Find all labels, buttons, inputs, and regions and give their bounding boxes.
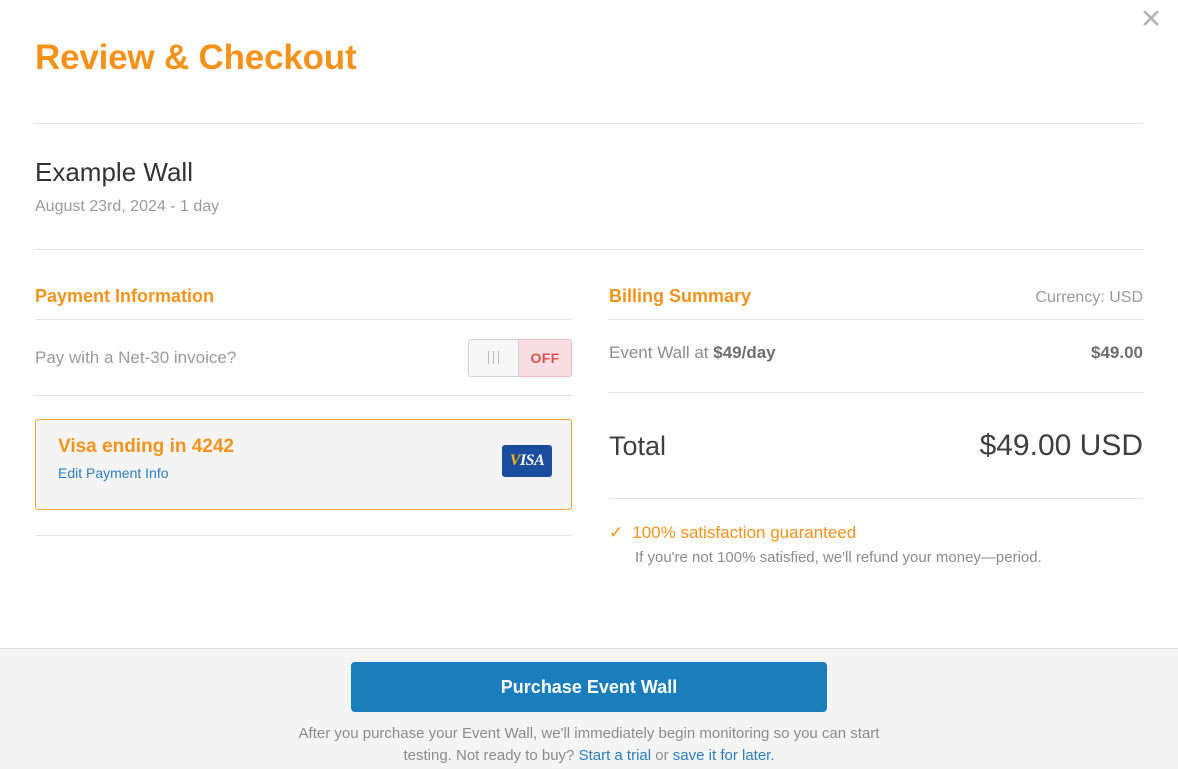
footer-note: After you purchase your Event Wall, we'l… — [289, 723, 889, 767]
currency-note: Currency: USD — [1035, 289, 1143, 306]
total-row: Total $49.00 USD — [609, 393, 1143, 499]
checkout-modal: ✕ Review & Checkout Example Wall August … — [0, 0, 1178, 769]
divider-second — [35, 249, 1143, 250]
line-item-amount: $49.00 — [1091, 343, 1143, 362]
line-item-label-rate: $49/day — [713, 343, 776, 362]
edit-payment-info-link[interactable]: Edit Payment Info — [58, 465, 169, 481]
payment-information-column: Payment Information Pay with a Net-30 in… — [35, 286, 572, 536]
total-label: Total — [609, 431, 667, 461]
billing-section-title: Billing Summary — [609, 286, 752, 306]
net30-label: Pay with a Net-30 invoice? — [35, 347, 237, 367]
line-item-label-prefix: Event Wall at — [609, 343, 714, 362]
total-amount: $49.00 USD — [979, 429, 1143, 462]
payment-section-title: Payment Information — [35, 286, 215, 306]
payment-section-header: Payment Information — [35, 286, 572, 320]
billing-section-header: Billing Summary Currency: USD — [609, 286, 1143, 320]
billing-line-item: Event Wall at $49/day $49.00 — [609, 320, 1143, 393]
footer-note-or: or — [651, 747, 673, 764]
wall-name: Example Wall — [35, 157, 193, 187]
saved-card-box[interactable]: Visa ending in 4242 Edit Payment Info VI… — [35, 419, 572, 510]
toggle-state-label: OFF — [519, 338, 572, 377]
divider-above-coupon — [35, 535, 572, 536]
guarantee-headline-row: ✓ 100% satisfaction guaranteed — [609, 523, 1143, 543]
guarantee-subtext: If you're not 100% satisfied, we'll refu… — [635, 549, 1042, 566]
start-a-trial-link[interactable]: Start a trial — [579, 747, 652, 764]
modal-footer: Purchase Event Wall After you purchase y… — [0, 648, 1178, 769]
page-title: Review & Checkout — [35, 38, 357, 77]
billing-summary-column: Billing Summary Currency: USD Event Wall… — [609, 286, 1143, 566]
line-item-label: Event Wall at $49/day — [609, 343, 776, 363]
saved-card-title: Visa ending in 4242 — [58, 436, 235, 457]
net30-toggle[interactable]: OFF — [468, 338, 572, 377]
close-icon[interactable]: ✕ — [1134, 2, 1168, 36]
net30-row: Pay with a Net-30 invoice? OFF — [35, 320, 572, 396]
guarantee-headline: 100% satisfaction guaranteed — [632, 523, 857, 542]
visa-logo-icon: VISA — [502, 445, 552, 477]
save-for-later-link[interactable]: save it for later. — [673, 747, 775, 764]
check-icon: ✓ — [609, 523, 624, 542]
purchase-event-wall-button[interactable]: Purchase Event Wall — [351, 662, 827, 712]
grip-handle-icon[interactable] — [468, 338, 519, 377]
wall-date-duration: August 23rd, 2024 - 1 day — [35, 198, 220, 215]
guarantee-block: ✓ 100% satisfaction guaranteed If you're… — [609, 499, 1143, 566]
divider-top — [35, 123, 1143, 124]
